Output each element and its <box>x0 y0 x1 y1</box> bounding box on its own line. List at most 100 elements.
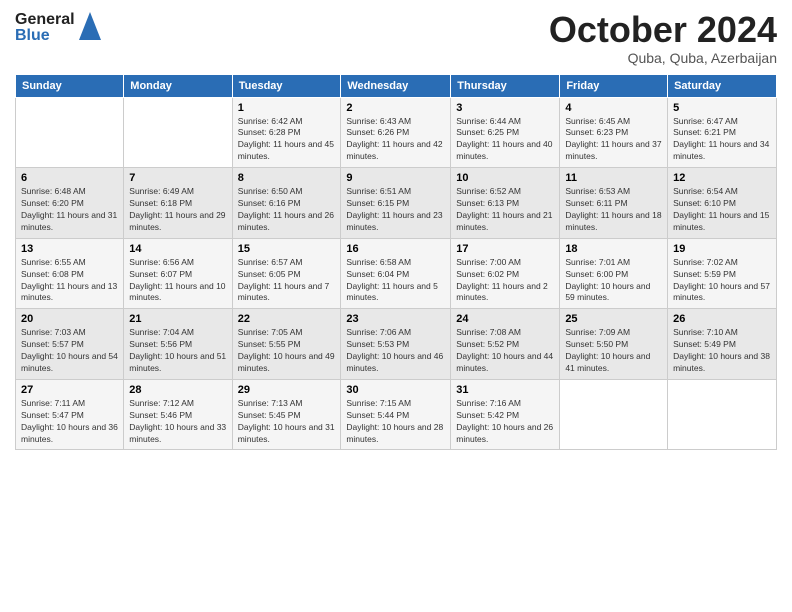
day-number: 2 <box>346 102 445 114</box>
calendar-cell: 9 Sunrise: 6:51 AM Sunset: 6:15 PM Daylig… <box>341 168 451 239</box>
day-info: Sunrise: 6:56 AM Sunset: 6:07 PM Dayligh… <box>129 257 226 305</box>
calendar-cell: 23 Sunrise: 7:06 AM Sunset: 5:53 PM Dayli… <box>341 309 451 380</box>
calendar-cell: 6Sunrise: 6:48 AM Sunset: 6:20 PM Daylig… <box>16 168 124 239</box>
calendar-cell: 31Sunrise: 7:16 AM Sunset: 5:42 PM Dayli… <box>451 379 560 450</box>
calendar-cell: 3 Sunrise: 6:44 AM Sunset: 6:25 PM Daylig… <box>451 97 560 168</box>
day-info: Sunrise: 7:00 AM Sunset: 6:02 PM Dayligh… <box>456 257 554 305</box>
day-number: 1 <box>238 102 336 114</box>
day-info: Sunrise: 7:10 AM Sunset: 5:49 PM Dayligh… <box>673 327 771 375</box>
day-info: Sunrise: 7:06 AM Sunset: 5:53 PM Dayligh… <box>346 327 445 375</box>
day-info: Sunrise: 7:03 AM Sunset: 5:57 PM Dayligh… <box>21 327 118 375</box>
day-number: 28 <box>129 384 226 396</box>
calendar-cell: 27 Sunrise: 7:11 AM Sunset: 5:47 PM Dayli… <box>16 379 124 450</box>
day-number: 3 <box>456 102 554 114</box>
day-number: 23 <box>346 313 445 325</box>
weekday-header: Tuesday <box>232 74 341 97</box>
weekday-header: Sunday <box>16 74 124 97</box>
day-number: 5 <box>673 102 771 114</box>
day-info: Sunrise: 7:13 AM Sunset: 5:45 PM Dayligh… <box>238 398 336 446</box>
weekday-header: Wednesday <box>341 74 451 97</box>
day-number: 10 <box>456 172 554 184</box>
day-number: 17 <box>456 243 554 255</box>
calendar-cell: 16Sunrise: 6:58 AM Sunset: 6:04 PM Dayli… <box>341 238 451 309</box>
day-info: Sunrise: 7:04 AM Sunset: 5:56 PM Dayligh… <box>129 327 226 375</box>
weekday-header: Friday <box>560 74 668 97</box>
calendar-body: 1 Sunrise: 6:42 AM Sunset: 6:28 PM Daylig… <box>16 97 777 450</box>
calendar-cell: 2 Sunrise: 6:43 AM Sunset: 6:26 PM Daylig… <box>341 97 451 168</box>
calendar-cell: 22Sunrise: 7:05 AM Sunset: 5:55 PM Dayli… <box>232 309 341 380</box>
calendar-cell: 15 Sunrise: 6:57 AM Sunset: 6:05 PM Dayli… <box>232 238 341 309</box>
weekday-header: Saturday <box>668 74 777 97</box>
day-info: Sunrise: 7:01 AM Sunset: 6:00 PM Dayligh… <box>565 257 662 305</box>
title-month: October 2024 <box>549 10 777 50</box>
title-location: Quba, Quba, Azerbaijan <box>549 50 777 66</box>
day-number: 27 <box>21 384 118 396</box>
calendar-week-row: 6Sunrise: 6:48 AM Sunset: 6:20 PM Daylig… <box>16 168 777 239</box>
day-info: Sunrise: 6:54 AM Sunset: 6:10 PM Dayligh… <box>673 186 771 234</box>
calendar-cell: 11Sunrise: 6:53 AM Sunset: 6:11 PM Dayli… <box>560 168 668 239</box>
day-info: Sunrise: 7:11 AM Sunset: 5:47 PM Dayligh… <box>21 398 118 446</box>
weekday-header: Thursday <box>451 74 560 97</box>
day-number: 24 <box>456 313 554 325</box>
calendar-cell <box>668 379 777 450</box>
calendar-cell: 8 Sunrise: 6:50 AM Sunset: 6:16 PM Daylig… <box>232 168 341 239</box>
calendar-cell: 18 Sunrise: 7:01 AM Sunset: 6:00 PM Dayli… <box>560 238 668 309</box>
day-number: 18 <box>565 243 662 255</box>
day-number: 9 <box>346 172 445 184</box>
day-info: Sunrise: 6:57 AM Sunset: 6:05 PM Dayligh… <box>238 257 336 305</box>
weekday-header: Monday <box>124 74 232 97</box>
calendar-cell <box>16 97 124 168</box>
day-number: 20 <box>21 313 118 325</box>
day-number: 29 <box>238 384 336 396</box>
day-info: Sunrise: 6:52 AM Sunset: 6:13 PM Dayligh… <box>456 186 554 234</box>
header: General Blue October 2024 Quba, Quba, Az… <box>15 10 777 66</box>
day-number: 12 <box>673 172 771 184</box>
day-number: 15 <box>238 243 336 255</box>
calendar-cell: 29 Sunrise: 7:13 AM Sunset: 5:45 PM Dayli… <box>232 379 341 450</box>
calendar-cell: 17 Sunrise: 7:00 AM Sunset: 6:02 PM Dayli… <box>451 238 560 309</box>
day-number: 14 <box>129 243 226 255</box>
day-number: 19 <box>673 243 771 255</box>
calendar-cell: 1 Sunrise: 6:42 AM Sunset: 6:28 PM Daylig… <box>232 97 341 168</box>
day-number: 31 <box>456 384 554 396</box>
calendar-cell <box>560 379 668 450</box>
day-number: 13 <box>21 243 118 255</box>
day-number: 26 <box>673 313 771 325</box>
day-number: 7 <box>129 172 226 184</box>
calendar-cell: 12 Sunrise: 6:54 AM Sunset: 6:10 PM Dayli… <box>668 168 777 239</box>
calendar-cell: 10 Sunrise: 6:52 AM Sunset: 6:13 PM Dayli… <box>451 168 560 239</box>
day-info: Sunrise: 7:12 AM Sunset: 5:46 PM Dayligh… <box>129 398 226 446</box>
day-number: 22 <box>238 313 336 325</box>
logo-words: General Blue <box>15 12 75 44</box>
day-info: Sunrise: 7:09 AM Sunset: 5:50 PM Dayligh… <box>565 327 662 375</box>
calendar-table: SundayMondayTuesdayWednesdayThursdayFrid… <box>15 74 777 451</box>
calendar-week-row: 13 Sunrise: 6:55 AM Sunset: 6:08 PM Dayli… <box>16 238 777 309</box>
day-info: Sunrise: 7:15 AM Sunset: 5:44 PM Dayligh… <box>346 398 445 446</box>
day-info: Sunrise: 6:58 AM Sunset: 6:04 PM Dayligh… <box>346 257 445 305</box>
logo-general: General <box>15 12 75 28</box>
calendar-cell: 28 Sunrise: 7:12 AM Sunset: 5:46 PM Dayli… <box>124 379 232 450</box>
day-info: Sunrise: 6:50 AM Sunset: 6:16 PM Dayligh… <box>238 186 336 234</box>
calendar-week-row: 20 Sunrise: 7:03 AM Sunset: 5:57 PM Dayli… <box>16 309 777 380</box>
day-number: 8 <box>238 172 336 184</box>
calendar-cell <box>124 97 232 168</box>
calendar-cell: 25Sunrise: 7:09 AM Sunset: 5:50 PM Dayli… <box>560 309 668 380</box>
day-info: Sunrise: 6:44 AM Sunset: 6:25 PM Dayligh… <box>456 116 554 164</box>
day-info: Sunrise: 6:51 AM Sunset: 6:15 PM Dayligh… <box>346 186 445 234</box>
day-info: Sunrise: 6:43 AM Sunset: 6:26 PM Dayligh… <box>346 116 445 164</box>
day-info: Sunrise: 6:45 AM Sunset: 6:23 PM Dayligh… <box>565 116 662 164</box>
logo-icon <box>79 12 101 45</box>
calendar-cell: 7Sunrise: 6:49 AM Sunset: 6:18 PM Daylig… <box>124 168 232 239</box>
calendar-cell: 24 Sunrise: 7:08 AM Sunset: 5:52 PM Dayli… <box>451 309 560 380</box>
calendar-cell: 14 Sunrise: 6:56 AM Sunset: 6:07 PM Dayli… <box>124 238 232 309</box>
day-number: 4 <box>565 102 662 114</box>
calendar-cell: 13 Sunrise: 6:55 AM Sunset: 6:08 PM Dayli… <box>16 238 124 309</box>
calendar-cell: 5Sunrise: 6:47 AM Sunset: 6:21 PM Daylig… <box>668 97 777 168</box>
day-info: Sunrise: 7:08 AM Sunset: 5:52 PM Dayligh… <box>456 327 554 375</box>
calendar-cell: 21Sunrise: 7:04 AM Sunset: 5:56 PM Dayli… <box>124 309 232 380</box>
day-info: Sunrise: 6:42 AM Sunset: 6:28 PM Dayligh… <box>238 116 336 164</box>
logo: General Blue <box>15 10 101 45</box>
day-info: Sunrise: 6:55 AM Sunset: 6:08 PM Dayligh… <box>21 257 118 305</box>
calendar-cell: 30Sunrise: 7:15 AM Sunset: 5:44 PM Dayli… <box>341 379 451 450</box>
day-info: Sunrise: 7:02 AM Sunset: 5:59 PM Dayligh… <box>673 257 771 305</box>
